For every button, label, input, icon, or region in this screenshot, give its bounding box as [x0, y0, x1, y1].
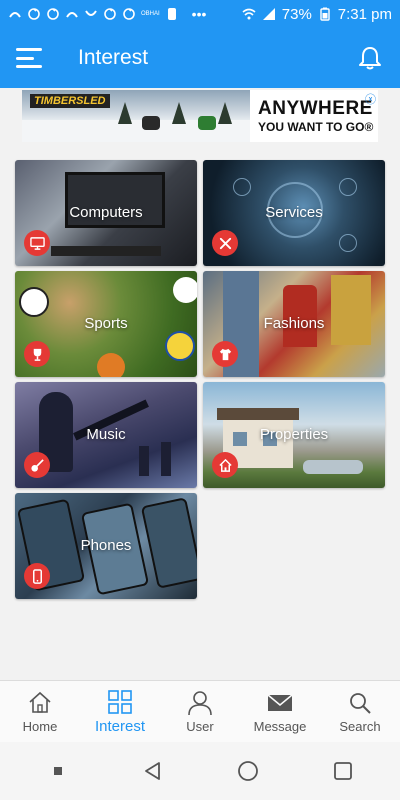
nav-home[interactable]: Home: [0, 681, 80, 742]
nav-label: Search: [339, 718, 381, 734]
clock: 7:31 pm: [337, 5, 392, 23]
menu-icon[interactable]: [16, 48, 42, 68]
square-dot-icon: [53, 767, 62, 775]
page-title: Interest: [78, 46, 149, 69]
system-navigation: [0, 742, 400, 800]
tile-label: Phones: [80, 537, 132, 554]
notification-app-icon: [167, 8, 176, 20]
notification-app-icon: [66, 12, 78, 18]
ad-brand-logo: TIMBERSLED: [30, 94, 110, 108]
ad-image: TIMBERSLED: [22, 90, 250, 142]
search-icon: [350, 692, 371, 714]
battery-percent: 73%: [281, 5, 312, 23]
ad-subline: YOU WANT TO GO®: [258, 120, 374, 134]
nav-label: User: [186, 718, 214, 734]
tile-label: Music: [86, 426, 126, 443]
wifi-icon: [242, 8, 256, 20]
category-tile-properties[interactable]: Properties: [203, 382, 385, 488]
tshirt-icon: [212, 341, 238, 367]
category-tile-music[interactable]: Music: [15, 382, 197, 488]
tile-label: Services: [265, 204, 323, 221]
nav-interest[interactable]: Interest: [80, 681, 160, 742]
monitor-icon: [24, 230, 50, 256]
notification-app-icon: [9, 12, 21, 18]
ad-banner[interactable]: TIMBERSLED ANYWHERE YOU WANT TO GO® ⓧ: [22, 90, 378, 142]
overview-square-icon: [333, 762, 352, 780]
recycle-icon: [104, 8, 116, 20]
app-bar: Interest: [0, 28, 400, 88]
category-tile-computers[interactable]: Computers: [15, 160, 197, 266]
category-tile-sports[interactable]: Sports: [15, 271, 197, 377]
category-tile-fashions[interactable]: Fashions: [203, 271, 385, 377]
overview-button[interactable]: [331, 759, 355, 783]
home-button[interactable]: [236, 759, 260, 783]
more-notifications: •••: [191, 6, 207, 22]
ad-copy: ANYWHERE YOU WANT TO GO®: [250, 90, 378, 142]
trophy-icon: [24, 341, 50, 367]
signal-icon: [262, 8, 275, 20]
notification-icons: OBHAI •••: [8, 6, 242, 22]
home-icon: [29, 691, 51, 713]
nav-search[interactable]: Search: [320, 681, 400, 742]
tile-label: Fashions: [263, 315, 325, 332]
recents-dot-button[interactable]: [46, 759, 70, 783]
recycle-icon: [123, 8, 135, 20]
category-grid: Computers Services Sports Fashions Music…: [15, 160, 385, 599]
bottom-navigation: Home Interest User Message Search: [0, 680, 400, 742]
tools-icon: [212, 230, 238, 256]
ad-headline: ANYWHERE: [258, 98, 373, 119]
recycle-icon: [47, 8, 59, 20]
nav-message[interactable]: Message: [240, 681, 320, 742]
nav-label: Home: [22, 718, 58, 734]
nav-user[interactable]: User: [160, 681, 240, 742]
tile-label: Computers: [69, 204, 143, 221]
category-tile-phones[interactable]: Phones: [15, 493, 197, 599]
nav-label: Interest: [94, 717, 146, 735]
battery-icon: [320, 7, 330, 21]
mail-icon: [267, 693, 293, 711]
home-circle-icon: [237, 761, 258, 781]
grid-icon: [108, 689, 132, 714]
user-icon: [188, 690, 212, 715]
notification-app-icon: [85, 10, 97, 16]
screen: OBHAI ••• 73% 7:31 pm Interest TIMBERSLE…: [0, 0, 400, 800]
phone-icon: [24, 563, 50, 589]
ad-close-icon[interactable]: ⓧ: [365, 91, 376, 107]
status-bar: OBHAI ••• 73% 7:31 pm: [0, 0, 400, 28]
bell-icon[interactable]: [356, 44, 384, 72]
tile-label: Sports: [84, 315, 128, 332]
tile-label: Properties: [259, 426, 329, 443]
guitar-icon: [24, 452, 50, 478]
category-tile-services[interactable]: Services: [203, 160, 385, 266]
recycle-icon: [28, 8, 40, 20]
carrier-tag: OBHAI: [141, 11, 160, 17]
house-icon: [212, 452, 238, 478]
nav-label: Message: [253, 718, 307, 734]
back-button[interactable]: [141, 759, 165, 783]
back-triangle-icon: [144, 762, 160, 780]
status-right: 73% 7:31 pm: [242, 6, 392, 23]
